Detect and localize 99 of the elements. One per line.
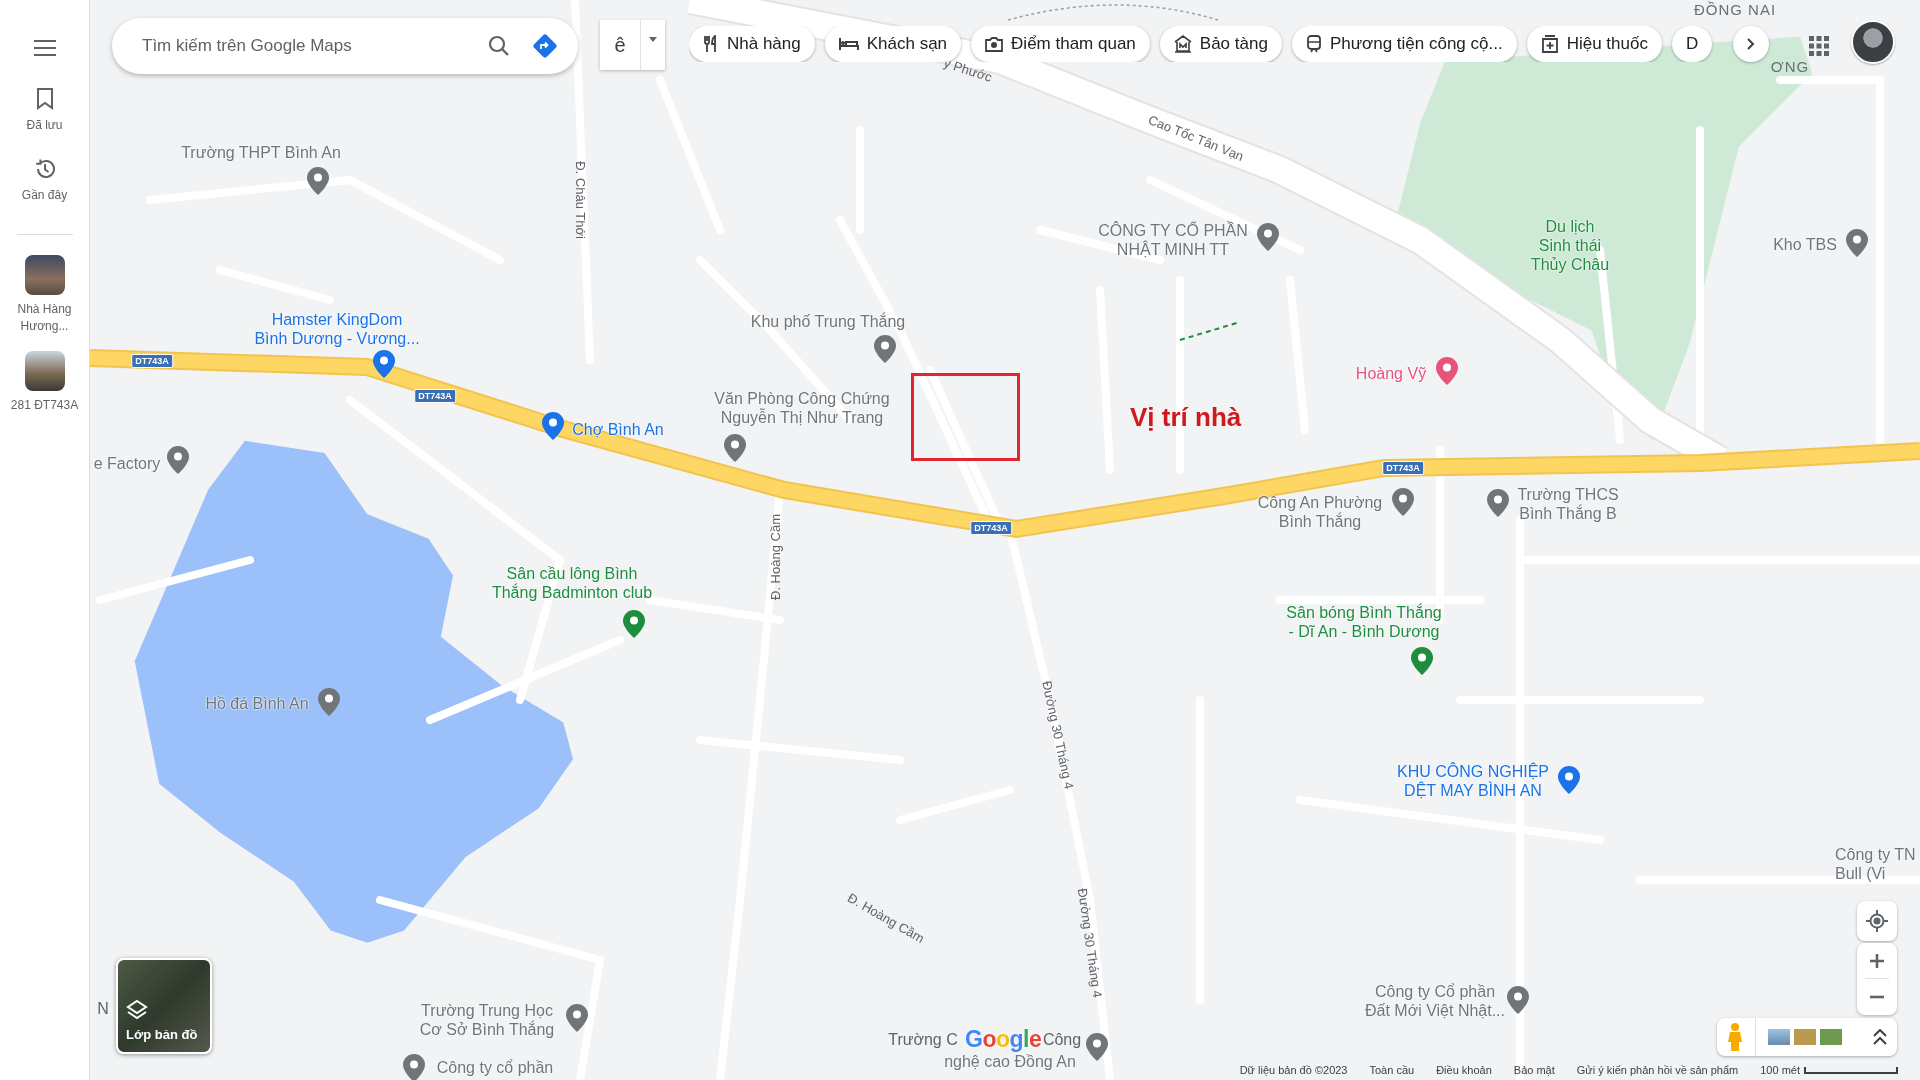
menu-icon (33, 40, 56, 56)
photo-placeholder (24, 255, 65, 295)
map-label: Công (1042, 1031, 1082, 1049)
next-button[interactable] (1733, 26, 1769, 62)
fork-knife-icon (703, 35, 719, 53)
place-label[interactable]: Kho TBS (1773, 234, 1837, 254)
category-chip[interactable]: Nhà hàng (689, 26, 815, 62)
place-label[interactable]: Văn Phòng Công Chứng Nguyễn Thị Như Trang (714, 389, 890, 427)
map-label: N (97, 1000, 109, 1018)
plus-icon (1870, 953, 1884, 968)
map-pin-icon[interactable] (724, 434, 746, 462)
layers-button[interactable]: Lớp bản đồ (116, 958, 212, 1054)
category-chip[interactable]: D (1671, 26, 1713, 62)
place-label[interactable]: Hồ đá Bình An (205, 693, 309, 713)
place-label[interactable]: Sân bóng Bình Thắng - Dĩ An - Bình Dương (1286, 603, 1442, 641)
place-label[interactable]: Trường THCS Bình Thắng B (1517, 485, 1619, 523)
place-label[interactable]: Công ty Cổ phần Đất Mới Việt Nhật... (1365, 982, 1505, 1020)
route-shield: DT743A (414, 389, 456, 403)
camera-icon (985, 36, 1004, 52)
map-label: ĐỒNG NAI (1693, 0, 1777, 18)
map-pin-icon[interactable] (542, 412, 564, 440)
map-label: ƠNG (1770, 57, 1810, 75)
minus-icon (1870, 994, 1884, 999)
layers-icon (126, 999, 148, 1021)
place-label[interactable]: Chợ Bình An (572, 419, 664, 439)
avatar[interactable] (1851, 20, 1895, 64)
sidebar-item[interactable]: Gần đây (5, 158, 84, 202)
map-pin-icon[interactable] (1558, 766, 1580, 794)
map-pin-icon[interactable] (1257, 223, 1279, 251)
place-label[interactable]: Hoàng Vỹ (1355, 363, 1427, 383)
map-pin-icon[interactable] (1436, 357, 1458, 385)
map-label: Đ. Hoàng Cầm (767, 514, 783, 600)
map-pin-icon[interactable] (318, 688, 340, 716)
pharmacy-icon (1540, 35, 1559, 53)
history-icon (33, 158, 56, 180)
category-chip[interactable]: Hiệu thuốc (1526, 26, 1662, 62)
chevron-right-icon (1747, 38, 1755, 50)
place-label[interactable]: Khu phố Trung Thắng (750, 311, 906, 331)
map-pin-icon[interactable] (1846, 229, 1868, 257)
category-chip[interactable]: Khách sạn (824, 26, 962, 62)
route-shield: DT743A (131, 354, 173, 368)
place-label[interactable]: nghệ cao Đồng An (944, 1051, 1076, 1071)
place-label[interactable]: Trường Trung Học Cơ Sở Bình Thắng (419, 1001, 555, 1039)
map-pin-icon[interactable] (373, 350, 395, 378)
category-chip[interactable]: Điểm tham quan (971, 26, 1150, 62)
footer-link[interactable]: Toàn cầu (1369, 1064, 1415, 1076)
place-label[interactable]: e Factory (93, 453, 161, 473)
location-target-icon (1866, 910, 1888, 932)
place-label[interactable]: KHU CÔNG NGHIỆP DỆT MAY BÌNH AN (1397, 762, 1549, 800)
museum-icon (1173, 35, 1192, 53)
map-label: Trường C (888, 1031, 958, 1049)
place-label[interactable]: Sân cầu lông Bình Thắng Badminton club (491, 564, 653, 602)
map-pin-icon[interactable] (1392, 488, 1414, 516)
map-label: Đường 30 Tháng 4 (1074, 887, 1106, 999)
place-label[interactable]: Hamster KingDom Bình Dương - Vương... (254, 310, 420, 348)
map-pin-icon[interactable] (403, 1054, 425, 1080)
place-label[interactable]: Trường THPT Bình An (181, 142, 341, 162)
google-logo: Google (965, 1026, 1042, 1053)
train-icon (1305, 35, 1322, 53)
route-shield: DT743A (1382, 461, 1424, 475)
annotation-label: Vị trí nhà (1130, 402, 1242, 433)
map-pin-icon[interactable] (623, 610, 645, 638)
map-pin-icon[interactable] (1086, 1033, 1108, 1061)
sidebar-item[interactable]: Đã lưu (5, 88, 84, 132)
map-pin-icon[interactable] (307, 167, 329, 195)
category-chip[interactable]: Bảo tàng (1159, 26, 1282, 62)
footer-link[interactable]: Dữ liệu bản đồ ©2023 (1239, 1064, 1348, 1076)
map-label: Cao Tốc Tân Vạn (1146, 112, 1246, 164)
apps-grid-icon[interactable] (1809, 36, 1829, 56)
photo-placeholder (24, 350, 65, 391)
map-label: Đường 30 Tháng 4 (1039, 679, 1077, 791)
bookmark-icon (35, 88, 54, 110)
map-pin-icon[interactable] (1487, 489, 1509, 517)
place-label[interactable]: Công ty cổ phần (436, 1057, 554, 1077)
map-pin-icon[interactable] (566, 1004, 588, 1032)
recent-place-item[interactable]: Nhà Hàng Hương... (5, 255, 84, 335)
input-tool-button[interactable]: ê (600, 20, 665, 70)
map-label: Đ. Châu Thới (572, 161, 588, 239)
map-pin-icon[interactable] (1507, 986, 1529, 1014)
map-pin-icon[interactable] (1411, 647, 1433, 675)
footer-link[interactable]: Gửi ý kiến phản hồi về sản phẩm (1576, 1064, 1739, 1076)
place-label[interactable]: Công An Phường Bình Thắng (1257, 493, 1383, 531)
search-bar[interactable]: Tìm kiếm trên Google Maps (112, 18, 578, 74)
bed-icon (838, 37, 859, 51)
route-shield: DT743A (970, 521, 1012, 535)
map-pin-icon[interactable] (874, 335, 896, 363)
footer-link[interactable]: Bảo mật (1513, 1064, 1555, 1076)
my-location-button[interactable] (1857, 901, 1897, 941)
footer-link[interactable]: Điều khoản (1436, 1064, 1492, 1076)
double-chevron-up-icon[interactable] (1873, 1029, 1887, 1045)
search-icon[interactable] (488, 35, 510, 57)
category-chip[interactable]: Phương tiện công cộ... (1291, 26, 1517, 62)
map-pin-icon[interactable] (167, 446, 189, 474)
place-label[interactable]: CÔNG TY CỔ PHẦN NHẬT MINH TT (1098, 221, 1248, 259)
place-label[interactable]: Du lịch Sinh thái Thủy Châu (1530, 216, 1610, 274)
scale-label: 100 mét (1760, 1064, 1800, 1076)
place-label[interactable]: Công ty TN Bull (Vi (1835, 845, 1916, 883)
dropdown-caret-icon (649, 36, 657, 42)
recent-place-item[interactable]: 281 ĐT743A (5, 350, 84, 414)
